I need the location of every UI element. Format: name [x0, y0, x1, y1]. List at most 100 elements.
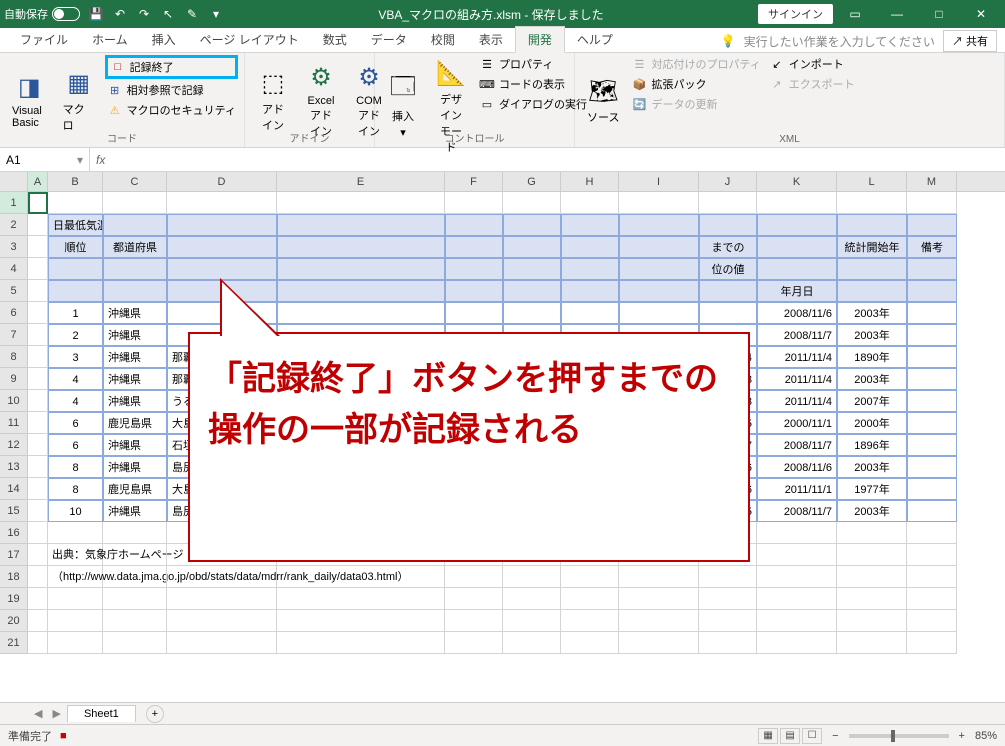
col-header[interactable]: B — [48, 172, 103, 191]
cell[interactable] — [48, 192, 103, 214]
cell[interactable] — [907, 434, 957, 456]
col-header[interactable]: C — [103, 172, 167, 191]
cell[interactable] — [561, 302, 619, 324]
row-header[interactable]: 5 — [0, 280, 28, 302]
cell[interactable]: 沖縄県 — [103, 368, 167, 390]
cell[interactable]: 沖縄県 — [103, 456, 167, 478]
share-button[interactable]: ↗ 共有 — [943, 30, 997, 52]
cell[interactable] — [103, 214, 167, 236]
row-header[interactable]: 16 — [0, 522, 28, 544]
cell[interactable] — [837, 544, 907, 566]
cell[interactable]: 2000/11/1 — [757, 412, 837, 434]
sheet-tab[interactable]: Sheet1 — [67, 705, 136, 722]
row-header[interactable]: 17 — [0, 544, 28, 566]
cell[interactable]: 4 — [48, 390, 103, 412]
cell[interactable]: 1890年 — [837, 346, 907, 368]
cell[interactable] — [445, 192, 503, 214]
cell[interactable] — [503, 632, 561, 654]
col-header[interactable]: L — [837, 172, 907, 191]
cell[interactable]: 4 — [48, 368, 103, 390]
cell[interactable] — [619, 258, 699, 280]
draw-icon[interactable]: ✎ — [184, 6, 200, 22]
cell[interactable] — [699, 192, 757, 214]
run-dialog-button[interactable]: ▭ダイアログの実行 — [477, 95, 589, 113]
refresh-button[interactable]: 🔄データの更新 — [629, 95, 762, 113]
cell[interactable] — [277, 214, 445, 236]
cell[interactable] — [907, 544, 957, 566]
cell[interactable] — [28, 236, 48, 258]
row-header[interactable]: 20 — [0, 610, 28, 632]
view-pagelayout-icon[interactable]: ▤ — [780, 728, 800, 744]
zoom-level[interactable]: 85% — [975, 730, 997, 742]
row-header[interactable]: 3 — [0, 236, 28, 258]
cell[interactable]: 2 — [48, 324, 103, 346]
cell[interactable]: 2000年 — [837, 412, 907, 434]
row-header[interactable]: 10 — [0, 390, 28, 412]
cell[interactable] — [277, 192, 445, 214]
cell[interactable]: 2011/11/4 — [757, 346, 837, 368]
cell[interactable] — [757, 610, 837, 632]
recording-icon[interactable]: ■ — [60, 730, 67, 742]
tab-home[interactable]: ホーム — [80, 27, 140, 52]
cell[interactable] — [445, 258, 503, 280]
cell[interactable] — [277, 588, 445, 610]
cell[interactable] — [167, 566, 277, 588]
cell[interactable]: 2008/11/6 — [757, 456, 837, 478]
tab-view[interactable]: 表示 — [467, 27, 515, 52]
cell[interactable] — [837, 214, 907, 236]
cell[interactable] — [28, 522, 48, 544]
cell[interactable]: 鹿児島県 — [103, 478, 167, 500]
cell[interactable] — [277, 236, 445, 258]
cell[interactable] — [619, 588, 699, 610]
cell[interactable] — [619, 280, 699, 302]
view-pagebreak-icon[interactable]: ☐ — [802, 728, 822, 744]
cell[interactable] — [757, 588, 837, 610]
cell[interactable]: 1977年 — [837, 478, 907, 500]
cell[interactable] — [503, 192, 561, 214]
cell[interactable] — [619, 214, 699, 236]
qat-dropdown-icon[interactable]: ▾ — [208, 6, 224, 22]
cell[interactable] — [103, 632, 167, 654]
cell[interactable] — [103, 566, 167, 588]
tab-developer[interactable]: 開発 — [515, 26, 565, 53]
cell[interactable]: 2003年 — [837, 456, 907, 478]
row-header[interactable]: 18 — [0, 566, 28, 588]
cell[interactable] — [445, 632, 503, 654]
pointer-icon[interactable]: ↖ — [160, 6, 176, 22]
row-header[interactable]: 9 — [0, 368, 28, 390]
cell[interactable] — [445, 610, 503, 632]
select-all-corner[interactable] — [0, 172, 28, 191]
cell[interactable] — [757, 214, 837, 236]
cell[interactable] — [103, 544, 167, 566]
cell[interactable] — [28, 412, 48, 434]
cell[interactable] — [503, 610, 561, 632]
import-button[interactable]: ↙インポート — [767, 55, 857, 73]
cell[interactable] — [48, 280, 103, 302]
cell[interactable] — [28, 588, 48, 610]
cell[interactable] — [167, 610, 277, 632]
cell[interactable] — [167, 632, 277, 654]
cell[interactable] — [503, 236, 561, 258]
cell[interactable]: （http://www.data.jma.go.jp/obd/stats/dat… — [48, 566, 103, 588]
row-header[interactable]: 15 — [0, 500, 28, 522]
col-header[interactable]: D — [167, 172, 277, 191]
cell[interactable] — [28, 192, 48, 214]
cell[interactable] — [699, 632, 757, 654]
zoom-slider[interactable] — [849, 734, 949, 738]
cell[interactable] — [907, 610, 957, 632]
view-normal-icon[interactable]: ▦ — [758, 728, 778, 744]
cell[interactable] — [907, 588, 957, 610]
macro-security-button[interactable]: ⚠ マクロのセキュリティ — [105, 101, 238, 119]
cell[interactable]: 1 — [48, 302, 103, 324]
cell[interactable] — [907, 324, 957, 346]
signin-button[interactable]: サインイン — [758, 4, 833, 24]
cell[interactable]: 3 — [48, 346, 103, 368]
cell[interactable] — [757, 192, 837, 214]
cell[interactable] — [619, 610, 699, 632]
cell[interactable] — [103, 610, 167, 632]
stop-recording-button[interactable]: □ 記録終了 — [105, 55, 238, 79]
redo-icon[interactable]: ↷ — [136, 6, 152, 22]
cell[interactable] — [907, 632, 957, 654]
cell[interactable]: 備考 — [907, 236, 957, 258]
cell[interactable] — [699, 280, 757, 302]
